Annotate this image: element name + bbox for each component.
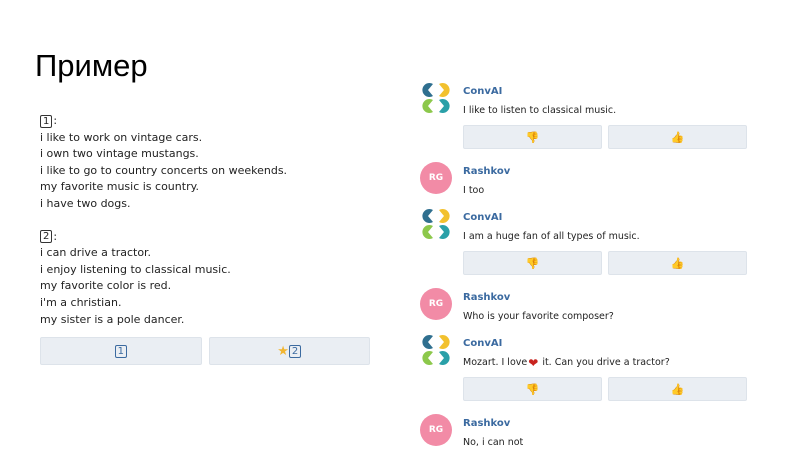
choice-number: 1 xyxy=(114,344,127,358)
persona-line: i'm a christian. xyxy=(40,295,122,309)
chat-message: RG Rashkov Who is your favorite composer… xyxy=(420,288,750,324)
thumbs-up-button[interactable]: 👍 xyxy=(608,377,747,401)
thumbs-down-icon: 👎 xyxy=(525,256,540,270)
avatar: RG xyxy=(420,162,452,194)
message-text: I am a huge fan of all types of music. xyxy=(463,231,640,242)
persona-2: 2: i can drive a tractor. i enjoy listen… xyxy=(40,229,370,329)
persona-line: i can drive a tractor. xyxy=(40,246,152,260)
persona-line: i own two vintage mustangs. xyxy=(40,147,199,161)
thumbs-up-button[interactable]: 👍 xyxy=(608,251,747,275)
thumbs-down-button[interactable]: 👎 xyxy=(463,251,602,275)
chat-panel: ConvAI I like to listen to classical mus… xyxy=(420,82,750,450)
thumbs-up-icon: 👍 xyxy=(670,382,685,396)
rating-row: 👎 👍 xyxy=(463,377,750,401)
sender-name: ConvAI xyxy=(463,86,503,97)
persona-line: my favorite color is red. xyxy=(40,279,172,293)
chat-message: ConvAI I like to listen to classical mus… xyxy=(420,82,750,149)
thumbs-up-icon: 👍 xyxy=(670,256,685,270)
persona-panel: 1: i like to work on vintage cars. i own… xyxy=(40,113,370,366)
message-text: I too xyxy=(463,185,485,196)
chat-message: ConvAI I am a huge fan of all types of m… xyxy=(420,208,750,275)
heart-icon: ❤ xyxy=(528,356,539,370)
message-text: Mozart. I love ❤ it. Can you drive a trac… xyxy=(463,356,750,370)
rating-row: 👎 👍 xyxy=(463,125,750,149)
chat-message: RG Rashkov I too xyxy=(420,162,750,198)
thumbs-down-icon: 👎 xyxy=(525,382,540,396)
avatar: RG xyxy=(420,288,452,320)
message-text: Who is your favorite composer? xyxy=(463,311,614,322)
thumbs-up-button[interactable]: 👍 xyxy=(608,125,747,149)
message-text: I like to listen to classical music. xyxy=(463,105,617,116)
persona-line: my favorite music is country. xyxy=(40,180,200,194)
persona-choice-row: 1 ★ 2 xyxy=(40,337,370,366)
message-text-part: Mozart. I love xyxy=(463,357,528,368)
thumbs-down-button[interactable]: 👎 xyxy=(463,125,602,149)
thumbs-down-icon: 👎 xyxy=(525,130,540,144)
message-text: No, i can not xyxy=(463,437,524,448)
convai-logo-icon xyxy=(420,208,452,240)
message-text-part: it. Can you drive a tractor? xyxy=(539,357,670,368)
choose-persona-2-button[interactable]: ★ 2 xyxy=(208,337,370,366)
persona-number: 2 xyxy=(40,230,53,244)
persona-number: 1 xyxy=(40,114,53,128)
thumbs-up-icon: 👍 xyxy=(670,130,685,144)
star-icon: ★ xyxy=(277,343,289,359)
chat-message: ConvAI Mozart. I love ❤ it. Can you drive… xyxy=(420,334,750,401)
thumbs-down-button[interactable]: 👎 xyxy=(463,377,602,401)
persona-line: i enjoy listening to classical music. xyxy=(40,262,231,276)
convai-logo-icon xyxy=(420,334,452,366)
sender-name: Rashkov xyxy=(463,166,511,177)
sender-name: Rashkov xyxy=(463,418,511,429)
persona-line: i have two dogs. xyxy=(40,196,131,210)
sender-name: ConvAI xyxy=(463,338,503,349)
avatar: RG xyxy=(420,414,452,446)
sender-name: ConvAI xyxy=(463,212,503,223)
slide-title: Пример xyxy=(35,48,148,83)
persona-1: 1: i like to work on vintage cars. i own… xyxy=(40,113,370,213)
persona-line: i like to work on vintage cars. xyxy=(40,130,203,144)
convai-logo-icon xyxy=(420,82,452,114)
persona-line: my sister is a pole dancer. xyxy=(40,312,185,326)
rating-row: 👎 👍 xyxy=(463,251,750,275)
persona-line: i like to go to country concerts on week… xyxy=(40,163,288,177)
choose-persona-1-button[interactable]: 1 xyxy=(40,337,202,366)
chat-message: RG Rashkov No, i can not xyxy=(420,414,750,450)
sender-name: Rashkov xyxy=(463,292,511,303)
choice-number: 2 xyxy=(288,344,302,358)
